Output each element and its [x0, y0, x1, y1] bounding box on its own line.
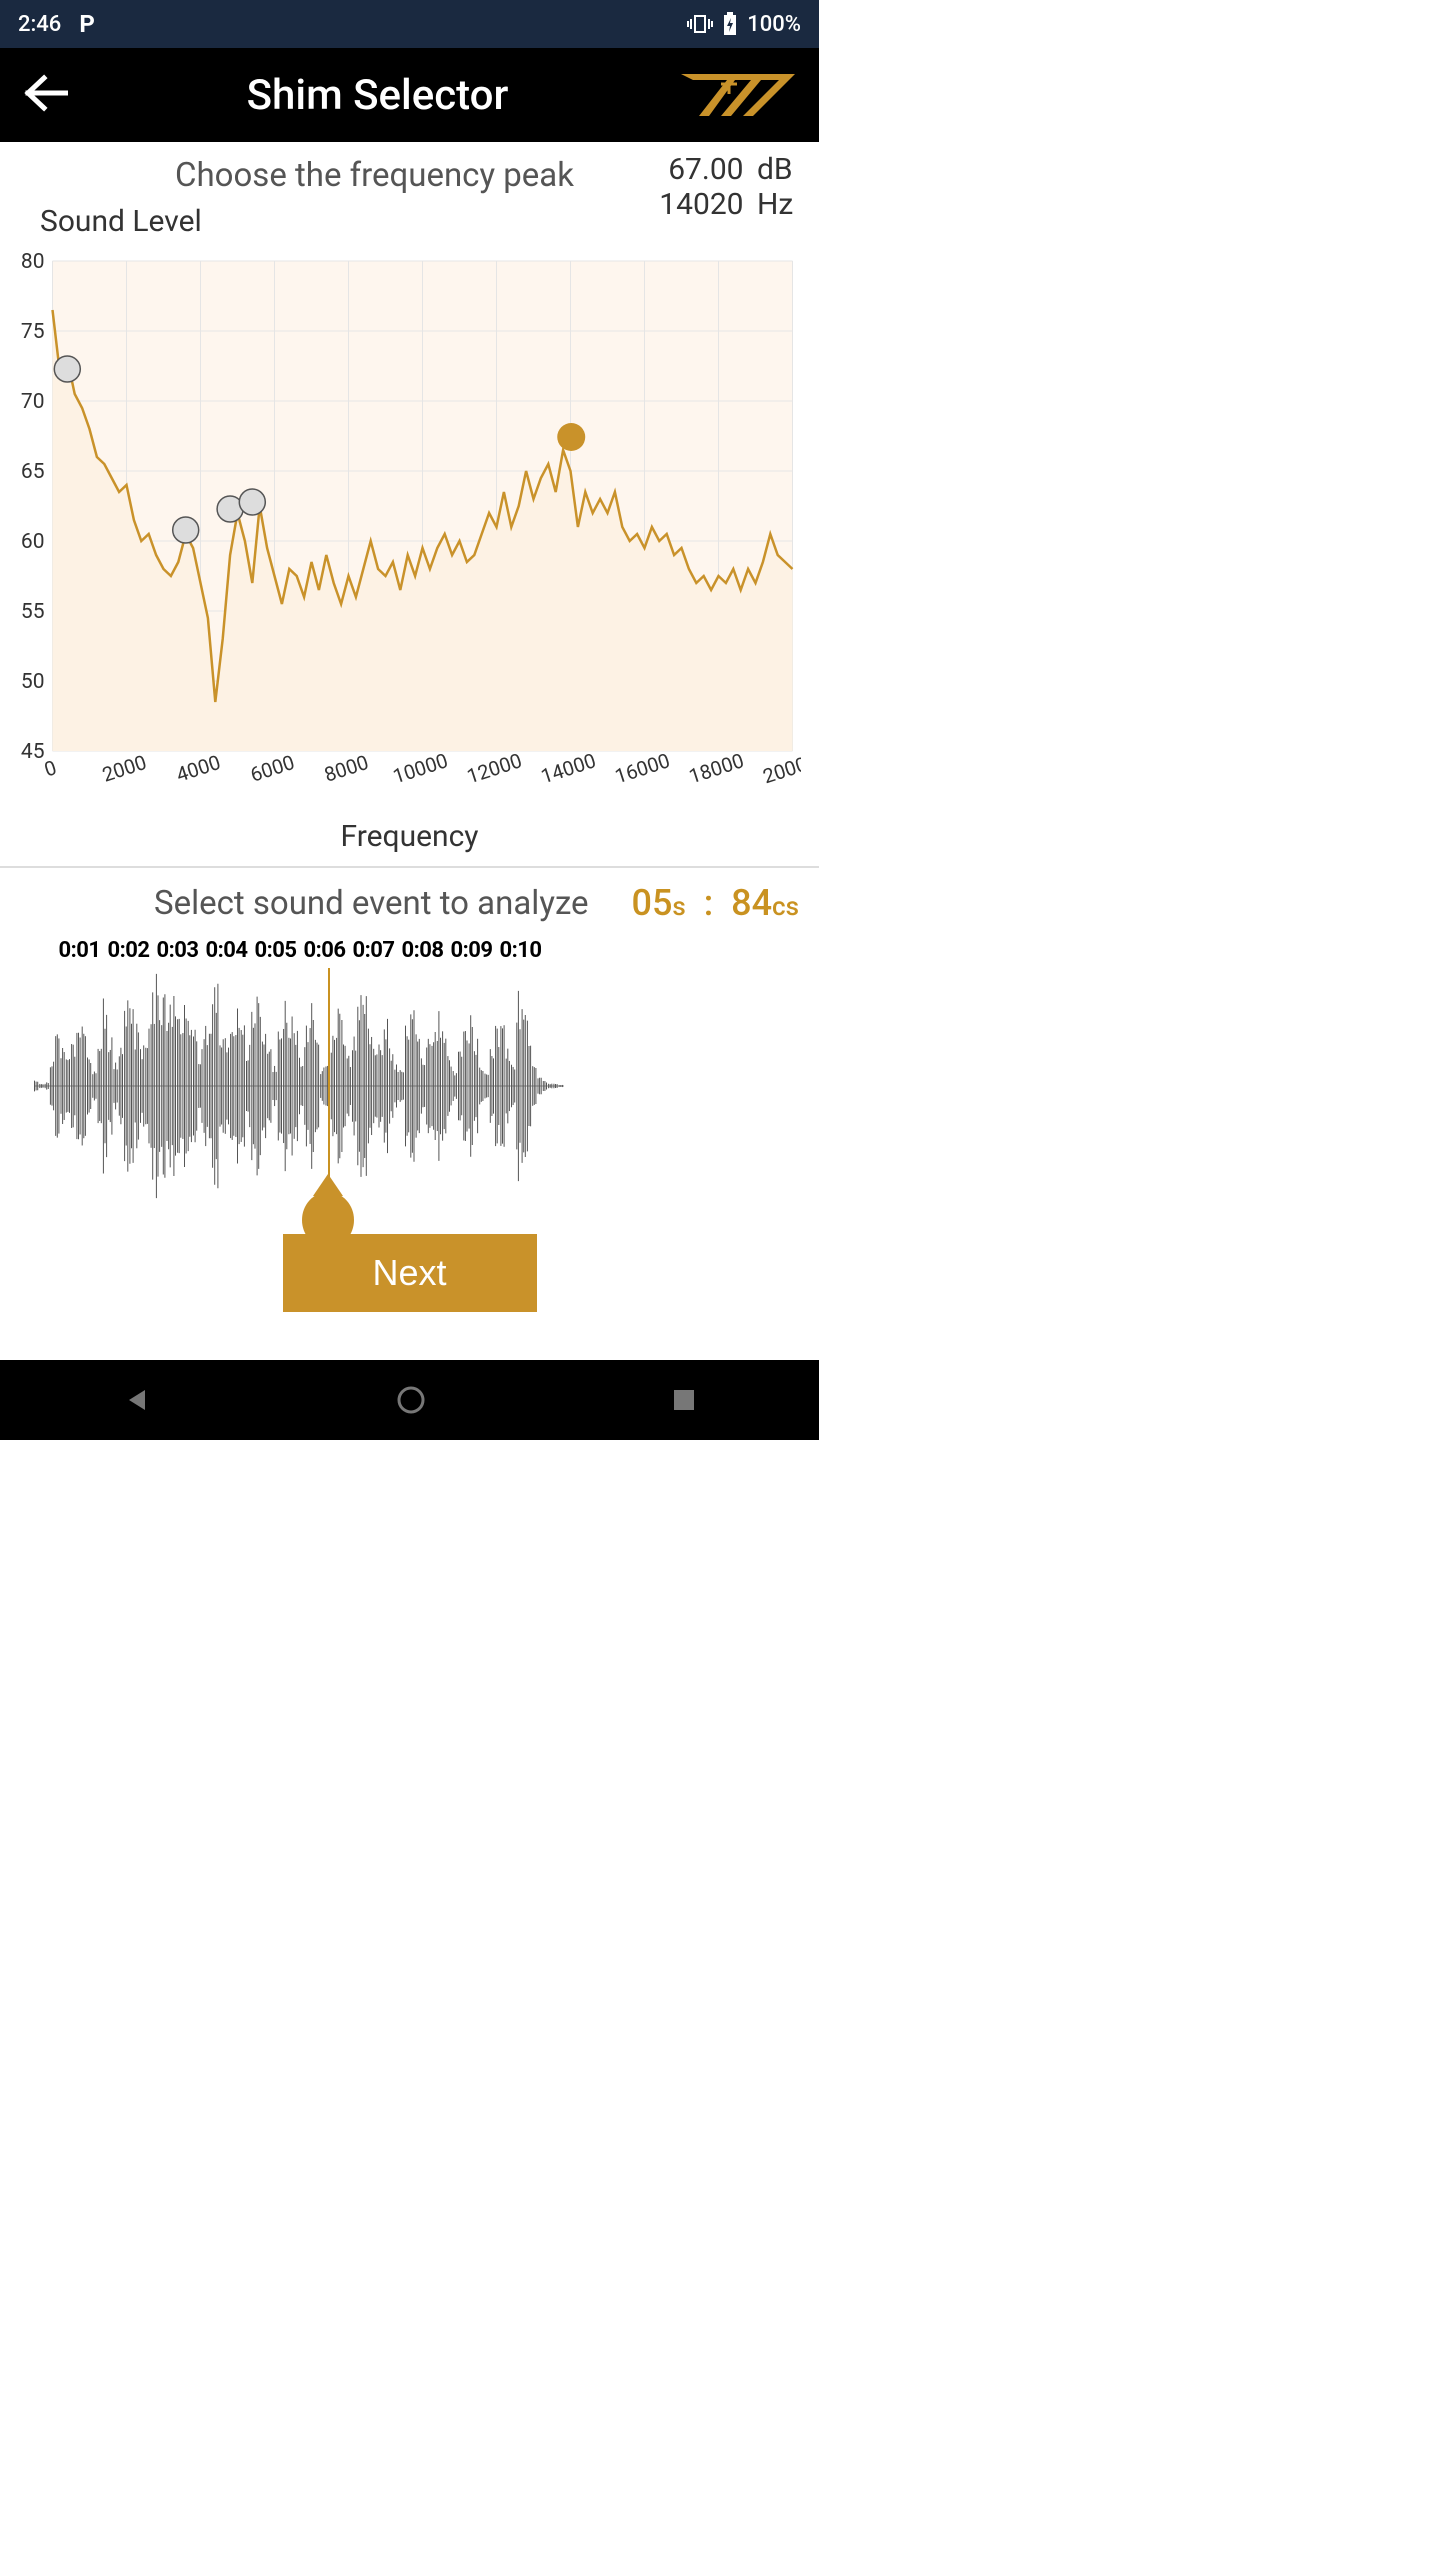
- back-arrow-icon: [22, 74, 68, 112]
- waveform[interactable]: [34, 968, 564, 1204]
- svg-text:2000: 2000: [99, 750, 149, 787]
- timestamp-label: 0:09: [447, 938, 496, 963]
- pandora-icon: P: [79, 10, 94, 38]
- svg-text:65: 65: [21, 460, 45, 484]
- timestamp-label: 0:08: [398, 938, 447, 963]
- db-unit: dB: [757, 152, 799, 187]
- app-logo-icon: [679, 70, 797, 120]
- status-bar: 2:46 P 100%: [0, 0, 819, 48]
- nav-home-icon[interactable]: [396, 1385, 426, 1415]
- waveform-cursor[interactable]: [328, 968, 330, 1204]
- svg-text:75: 75: [21, 320, 45, 344]
- battery-charging-icon: [723, 12, 737, 36]
- svg-text:16000: 16000: [612, 748, 673, 788]
- timestamp-label: 0:01: [55, 938, 104, 963]
- svg-text:8000: 8000: [321, 750, 371, 787]
- status-time: 2:46: [18, 12, 61, 37]
- app-header: Shim Selector: [0, 48, 819, 142]
- main-content: Choose the frequency peak 67.00 dB 14020…: [0, 142, 819, 1360]
- svg-text:10000: 10000: [390, 748, 451, 788]
- svg-text:60: 60: [21, 530, 45, 554]
- timestamp-label: 0:07: [349, 938, 398, 963]
- android-nav-bar: [0, 1360, 819, 1440]
- timestamp-label: 0:03: [153, 938, 202, 963]
- time-display: 05s : 84cs: [632, 882, 800, 924]
- svg-text:20000: 20000: [760, 748, 801, 788]
- peak-readings: 67.00 dB 14020 Hz: [653, 152, 799, 222]
- db-value: 67.00: [668, 152, 743, 187]
- timestamp-label: 0:06: [300, 938, 349, 963]
- nav-recent-icon[interactable]: [672, 1388, 696, 1412]
- svg-text:55: 55: [21, 600, 45, 624]
- svg-text:18000: 18000: [686, 748, 747, 788]
- timestamp-label: 0:10: [496, 938, 545, 963]
- battery-percent: 100%: [747, 12, 801, 37]
- x-axis-label: Frequency: [0, 819, 819, 866]
- timestamp-label: 0:04: [202, 938, 251, 963]
- svg-text:4000: 4000: [173, 750, 223, 787]
- svg-text:50: 50: [21, 670, 45, 694]
- svg-text:0: 0: [41, 755, 59, 781]
- waveform-handle[interactable]: [302, 1192, 354, 1248]
- svg-text:70: 70: [21, 390, 45, 414]
- waveform-timestamps: 0:010:020:030:040:050:060:070:080:090:10: [55, 938, 799, 963]
- app-title: Shim Selector: [76, 71, 679, 120]
- svg-text:6000: 6000: [247, 750, 297, 787]
- timestamp-label: 0:02: [104, 938, 153, 963]
- svg-text:14000: 14000: [538, 748, 599, 788]
- peak-section-title: Choose the frequency peak: [175, 156, 574, 195]
- hz-value: 14020: [659, 187, 743, 222]
- svg-text:12000: 12000: [464, 748, 525, 788]
- svg-text:80: 80: [21, 251, 45, 274]
- vibrate-icon: [687, 14, 713, 34]
- wave-section-title: Select sound event to analyze: [154, 884, 589, 923]
- frequency-chart[interactable]: 4550556065707580020004000600080001000012…: [10, 251, 801, 811]
- back-button[interactable]: [22, 74, 76, 116]
- timestamp-label: 0:05: [251, 938, 300, 963]
- nav-back-icon[interactable]: [123, 1386, 151, 1414]
- hz-unit: Hz: [757, 187, 799, 222]
